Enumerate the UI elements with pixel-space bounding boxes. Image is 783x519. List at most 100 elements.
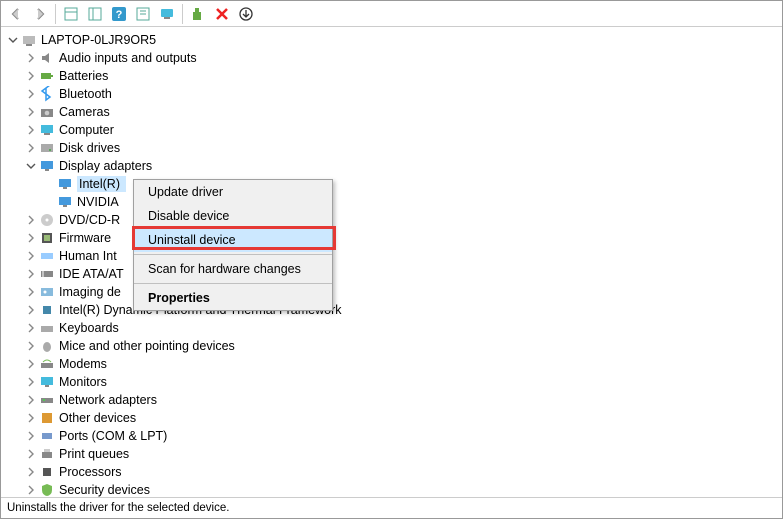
remote-icon[interactable] bbox=[156, 3, 178, 25]
tree-category[interactable]: Bluetooth bbox=[1, 85, 782, 103]
tree-category[interactable]: Firmware bbox=[1, 229, 782, 247]
chevron-right-icon[interactable] bbox=[25, 394, 37, 406]
chevron-right-icon[interactable] bbox=[25, 358, 37, 370]
chevron-right-icon[interactable] bbox=[25, 250, 37, 262]
bluetooth-icon bbox=[39, 86, 55, 102]
tree-category[interactable]: Batteries bbox=[1, 67, 782, 85]
chip-icon bbox=[39, 302, 55, 318]
uninstall-icon[interactable] bbox=[211, 3, 233, 25]
category-label: Bluetooth bbox=[59, 87, 112, 101]
category-label: Modems bbox=[59, 357, 107, 371]
chevron-right-icon[interactable] bbox=[25, 430, 37, 442]
tree-device[interactable]: Intel(R) bbox=[1, 175, 782, 193]
category-label: Cameras bbox=[59, 105, 110, 119]
tree-category[interactable]: DVD/CD-R bbox=[1, 211, 782, 229]
modem-icon bbox=[39, 356, 55, 372]
category-label: Keyboards bbox=[59, 321, 119, 335]
chevron-down-icon[interactable] bbox=[7, 34, 19, 46]
tree-device[interactable]: NVIDIA bbox=[1, 193, 782, 211]
tree-category[interactable]: Print queues bbox=[1, 445, 782, 463]
chevron-right-icon[interactable] bbox=[25, 88, 37, 100]
chevron-right-icon[interactable] bbox=[25, 268, 37, 280]
port-icon bbox=[39, 428, 55, 444]
back-button[interactable] bbox=[5, 3, 27, 25]
toolbar-separator bbox=[55, 4, 56, 24]
chevron-right-icon[interactable] bbox=[25, 70, 37, 82]
category-label: Human Int bbox=[59, 249, 117, 263]
tree-category[interactable]: Disk drives bbox=[1, 139, 782, 157]
tree-category[interactable]: Mice and other pointing devices bbox=[1, 337, 782, 355]
chevron-right-icon[interactable] bbox=[25, 412, 37, 424]
scan-icon[interactable] bbox=[132, 3, 154, 25]
category-label: Processors bbox=[59, 465, 122, 479]
tree-category[interactable]: Security devices bbox=[1, 481, 782, 498]
category-label: Other devices bbox=[59, 411, 136, 425]
tree-root[interactable]: LAPTOP-0LJR9OR5 bbox=[1, 31, 782, 49]
menu-item[interactable]: Update driver bbox=[134, 180, 332, 204]
tree-category[interactable]: Imaging de bbox=[1, 283, 782, 301]
view-button-2[interactable] bbox=[84, 3, 106, 25]
battery-icon bbox=[39, 68, 55, 84]
help-icon[interactable]: ? bbox=[108, 3, 130, 25]
tree-category[interactable]: Intel(R) Dynamic Platform and Thermal Fr… bbox=[1, 301, 782, 319]
update-icon[interactable] bbox=[235, 3, 257, 25]
tree-category[interactable]: Human Int bbox=[1, 247, 782, 265]
toolbar-separator bbox=[182, 4, 183, 24]
chevron-down-icon[interactable] bbox=[25, 160, 37, 172]
category-label: Security devices bbox=[59, 483, 150, 497]
chevron-right-icon[interactable] bbox=[25, 340, 37, 352]
menu-item[interactable]: Uninstall device bbox=[134, 228, 332, 252]
chevron-right-icon[interactable] bbox=[25, 106, 37, 118]
category-label: Ports (COM & LPT) bbox=[59, 429, 167, 443]
menu-item[interactable]: Scan for hardware changes bbox=[134, 257, 332, 281]
tree-category[interactable]: Cameras bbox=[1, 103, 782, 121]
ide-icon bbox=[39, 266, 55, 282]
chevron-right-icon[interactable] bbox=[25, 376, 37, 388]
device-label: Intel(R) bbox=[77, 176, 126, 192]
chevron-right-icon[interactable] bbox=[25, 466, 37, 478]
other-icon bbox=[39, 410, 55, 426]
status-text: Uninstalls the driver for the selected d… bbox=[7, 502, 229, 514]
view-button-1[interactable] bbox=[60, 3, 82, 25]
category-label: Mice and other pointing devices bbox=[59, 339, 235, 353]
device-tree[interactable]: LAPTOP-0LJR9OR5Audio inputs and outputsB… bbox=[1, 27, 782, 498]
chevron-right-icon[interactable] bbox=[25, 484, 37, 496]
category-label: Network adapters bbox=[59, 393, 157, 407]
chevron-right-icon[interactable] bbox=[25, 286, 37, 298]
dvd-icon bbox=[39, 212, 55, 228]
chevron-right-icon[interactable] bbox=[25, 52, 37, 64]
chevron-right-icon[interactable] bbox=[25, 214, 37, 226]
add-hardware-icon[interactable] bbox=[187, 3, 209, 25]
chevron-right-icon[interactable] bbox=[25, 448, 37, 460]
tree-category[interactable]: IDE ATA/AT bbox=[1, 265, 782, 283]
tree-category[interactable]: Computer bbox=[1, 121, 782, 139]
category-label: Print queues bbox=[59, 447, 129, 461]
tree-category[interactable]: Network adapters bbox=[1, 391, 782, 409]
root-label: LAPTOP-0LJR9OR5 bbox=[41, 33, 156, 47]
tree-category[interactable]: Audio inputs and outputs bbox=[1, 49, 782, 67]
camera-icon bbox=[39, 104, 55, 120]
chevron-right-icon[interactable] bbox=[25, 124, 37, 136]
tree-category[interactable]: Ports (COM & LPT) bbox=[1, 427, 782, 445]
category-label: Display adapters bbox=[59, 159, 152, 173]
security-icon bbox=[39, 482, 55, 498]
disk-icon bbox=[39, 140, 55, 156]
chevron-right-icon[interactable] bbox=[25, 232, 37, 244]
tree-category[interactable]: Processors bbox=[1, 463, 782, 481]
keyboard-icon bbox=[39, 320, 55, 336]
tree-category[interactable]: Keyboards bbox=[1, 319, 782, 337]
tree-category[interactable]: Other devices bbox=[1, 409, 782, 427]
category-label: IDE ATA/AT bbox=[59, 267, 124, 281]
chevron-right-icon[interactable] bbox=[25, 142, 37, 154]
tree-category[interactable]: Modems bbox=[1, 355, 782, 373]
chevron-right-icon[interactable] bbox=[25, 304, 37, 316]
display-icon bbox=[57, 194, 73, 210]
tree-category[interactable]: Monitors bbox=[1, 373, 782, 391]
toolbar: ? bbox=[1, 1, 782, 27]
menu-item[interactable]: Properties bbox=[134, 286, 332, 310]
display-icon bbox=[39, 158, 55, 174]
tree-category[interactable]: Display adapters bbox=[1, 157, 782, 175]
menu-item[interactable]: Disable device bbox=[134, 204, 332, 228]
forward-button[interactable] bbox=[29, 3, 51, 25]
chevron-right-icon[interactable] bbox=[25, 322, 37, 334]
